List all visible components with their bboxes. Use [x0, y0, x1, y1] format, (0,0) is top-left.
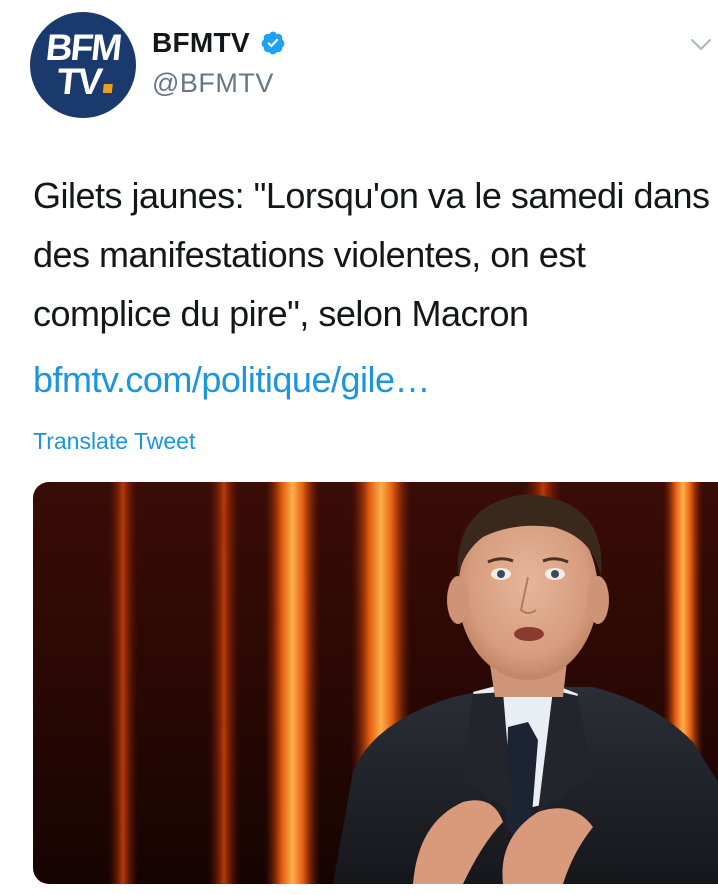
translate-tweet-button[interactable]: Translate Tweet — [33, 428, 195, 455]
photo-image — [33, 482, 718, 884]
avatar-dot — [103, 84, 114, 94]
chevron-down-icon[interactable] — [690, 38, 712, 52]
handle[interactable]: @BFMTV — [152, 68, 274, 99]
tweet-card: BFM TV BFMTV @BFMTV Gilets jaunes: "Lors… — [0, 0, 718, 895]
avatar[interactable]: BFM TV — [30, 12, 136, 118]
display-name[interactable]: BFMTV — [152, 27, 250, 59]
tweet-text: Gilets jaunes: "Lorsqu'on va le samedi d… — [33, 175, 710, 334]
avatar-text-line1: BFM — [43, 26, 123, 68]
tweet-photo[interactable] — [33, 482, 718, 884]
verified-badge-icon — [261, 31, 285, 55]
avatar-text-line2: TV — [55, 61, 114, 102]
tweet-link[interactable]: bfmtv.com/politique/gile… — [33, 350, 431, 409]
author-name-row[interactable]: BFMTV — [152, 27, 286, 59]
